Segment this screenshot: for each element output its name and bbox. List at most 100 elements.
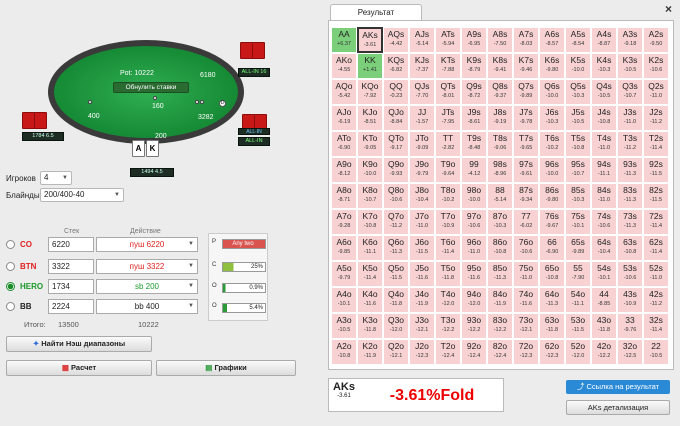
- hand-cell[interactable]: 84o -11.9: [487, 287, 513, 313]
- hand-cell[interactable]: 62s -11.4: [643, 235, 669, 261]
- hand-cell[interactable]: J6s -10.3: [539, 105, 565, 131]
- hand-cell[interactable]: 97o -10.6: [461, 209, 487, 235]
- hand-cell[interactable]: A9o -8.12: [331, 157, 357, 183]
- hand-cell[interactable]: J9o -9.79: [409, 157, 435, 183]
- hand-cell[interactable]: AKo -4.55: [331, 53, 357, 79]
- hand-cell[interactable]: 95s -10.7: [565, 157, 591, 183]
- hand-cell[interactable]: 65s -9.89: [565, 235, 591, 261]
- hand-cell[interactable]: 32o -12.5: [617, 339, 643, 365]
- hand-cell[interactable]: 83s -11.3: [617, 183, 643, 209]
- legend-bar[interactable]: 5.4%: [222, 303, 266, 313]
- hand-cell[interactable]: 73s -11.3: [617, 209, 643, 235]
- hand-cell[interactable]: QJo -8.84: [383, 105, 409, 131]
- hand-cell[interactable]: 64s -10.4: [591, 235, 617, 261]
- hand-cell[interactable]: 95o -11.6: [461, 261, 487, 287]
- find-nash-button[interactable]: ✦ Найти Нэш диапазоны: [6, 336, 152, 352]
- hand-cell[interactable]: 66 -6.90: [539, 235, 565, 261]
- hand-cell[interactable]: 53s -10.6: [617, 261, 643, 287]
- hand-cell[interactable]: J5o -11.6: [409, 261, 435, 287]
- hand-cell[interactable]: J2s -11.2: [643, 105, 669, 131]
- hand-cell[interactable]: 44 -8.85: [591, 287, 617, 313]
- hand-cell[interactable]: 55 -7.90: [565, 261, 591, 287]
- hand-cell[interactable]: J7s -9.78: [513, 105, 539, 131]
- hand-cell[interactable]: 65o -10.8: [539, 261, 565, 287]
- hand-cell[interactable]: T5s -10.8: [565, 131, 591, 157]
- hand-cell[interactable]: K5o -11.4: [357, 261, 383, 287]
- hand-cell[interactable]: 76o -10.6: [513, 235, 539, 261]
- hand-cell[interactable]: 98o -10.0: [461, 183, 487, 209]
- hand-cell[interactable]: K3o -11.8: [357, 313, 383, 339]
- calculate-button[interactable]: ▦ Расчет: [6, 360, 152, 376]
- hand-cell[interactable]: A7o -9.28: [331, 209, 357, 235]
- tab-result[interactable]: Результат: [330, 4, 422, 20]
- hand-cell[interactable]: Q6s -10.0: [539, 79, 565, 105]
- hand-cell[interactable]: A3o -10.5: [331, 313, 357, 339]
- hand-cell[interactable]: T9o -9.64: [435, 157, 461, 183]
- hand-cell[interactable]: 75s -10.1: [565, 209, 591, 235]
- close-icon[interactable]: ×: [665, 2, 672, 16]
- player-radio-selected[interactable]: [6, 282, 15, 291]
- hand-cell[interactable]: 85o -11.3: [487, 261, 513, 287]
- hand-cell[interactable]: Q2o -12.1: [383, 339, 409, 365]
- hand-cell[interactable]: 74o -11.6: [513, 287, 539, 313]
- hand-cell[interactable]: Q8o -10.6: [383, 183, 409, 209]
- hand-cell[interactable]: ATo -6.90: [331, 131, 357, 157]
- hand-cell[interactable]: A5s -8.54: [565, 27, 591, 53]
- action-select[interactable]: пуш 6220 ▼: [96, 237, 198, 252]
- hand-cell[interactable]: K7s -9.46: [513, 53, 539, 79]
- hand-cell[interactable]: 32s -11.4: [643, 313, 669, 339]
- hand-cell[interactable]: Q7s -9.89: [513, 79, 539, 105]
- hand-cell[interactable]: J6o -11.5: [409, 235, 435, 261]
- hand-cell[interactable]: J9s -8.61: [461, 105, 487, 131]
- hand-cell[interactable]: A3s -9.18: [617, 27, 643, 53]
- hand-cell[interactable]: KQs -6.82: [383, 53, 409, 79]
- hand-cell[interactable]: 54s -10.1: [591, 261, 617, 287]
- hand-cell[interactable]: Q4s -10.5: [591, 79, 617, 105]
- hand-cell[interactable]: K6s -9.80: [539, 53, 565, 79]
- hand-cell[interactable]: 85s -10.3: [565, 183, 591, 209]
- hand-cell[interactable]: J4s -10.8: [591, 105, 617, 131]
- hand-cell[interactable]: J2o -12.3: [409, 339, 435, 365]
- hand-cell[interactable]: A5o -9.79: [331, 261, 357, 287]
- hand-cell[interactable]: AQo -5.42: [331, 79, 357, 105]
- hand-cell[interactable]: 84s -11.0: [591, 183, 617, 209]
- hand-cell[interactable]: 62o -12.3: [539, 339, 565, 365]
- hand-cell[interactable]: KJs -7.37: [409, 53, 435, 79]
- hand-cell[interactable]: A6s -8.57: [539, 27, 565, 53]
- share-result-button[interactable]: ⤴ Ссылка на результат: [566, 380, 670, 394]
- hand-cell[interactable]: 99 -4.12: [461, 157, 487, 183]
- hand-cell[interactable]: 72s -11.4: [643, 209, 669, 235]
- hand-cell[interactable]: T5o -11.8: [435, 261, 461, 287]
- hand-cell[interactable]: J5s -10.5: [565, 105, 591, 131]
- hand-cell[interactable]: 87o -10.3: [487, 209, 513, 235]
- blinds-select[interactable]: 200/400-40 ▼: [40, 188, 124, 202]
- hand-cell[interactable]: AKs -3.61: [357, 27, 383, 53]
- hand-cell[interactable]: 64o -11.3: [539, 287, 565, 313]
- hand-cell[interactable]: 88 -5.14: [487, 183, 513, 209]
- legend-bar[interactable]: 0.9%: [222, 283, 266, 293]
- hand-cell[interactable]: T4o -12.0: [435, 287, 461, 313]
- hand-cell[interactable]: 52o -12.0: [565, 339, 591, 365]
- hand-cell[interactable]: QTs -8.01: [435, 79, 461, 105]
- hand-cell[interactable]: T7o -10.9: [435, 209, 461, 235]
- hand-cell[interactable]: 96s -10.0: [539, 157, 565, 183]
- hand-cell[interactable]: QQ -0.23: [383, 79, 409, 105]
- hand-cell[interactable]: T3o -12.2: [435, 313, 461, 339]
- hand-cell[interactable]: K7o -10.8: [357, 209, 383, 235]
- action-select[interactable]: sb 200 ▼: [96, 279, 198, 294]
- hand-cell[interactable]: 77 -6.02: [513, 209, 539, 235]
- hand-cell[interactable]: K8s -9.41: [487, 53, 513, 79]
- hand-cell[interactable]: JTo -9.09: [409, 131, 435, 157]
- hand-cell[interactable]: 63o -11.8: [539, 313, 565, 339]
- hand-cell[interactable]: T3s -11.2: [617, 131, 643, 157]
- hand-cell[interactable]: KTo -9.05: [357, 131, 383, 157]
- hand-cell[interactable]: Q2s -11.0: [643, 79, 669, 105]
- hand-cell[interactable]: 53o -11.5: [565, 313, 591, 339]
- hand-cell[interactable]: T8s -9.06: [487, 131, 513, 157]
- hand-cell[interactable]: 93s -11.3: [617, 157, 643, 183]
- hand-cell[interactable]: 86o -10.8: [487, 235, 513, 261]
- hand-cell[interactable]: 83o -12.2: [487, 313, 513, 339]
- hand-cell[interactable]: K9s -8.79: [461, 53, 487, 79]
- hand-cell[interactable]: K2s -10.6: [643, 53, 669, 79]
- stack-input[interactable]: 6220: [48, 237, 94, 252]
